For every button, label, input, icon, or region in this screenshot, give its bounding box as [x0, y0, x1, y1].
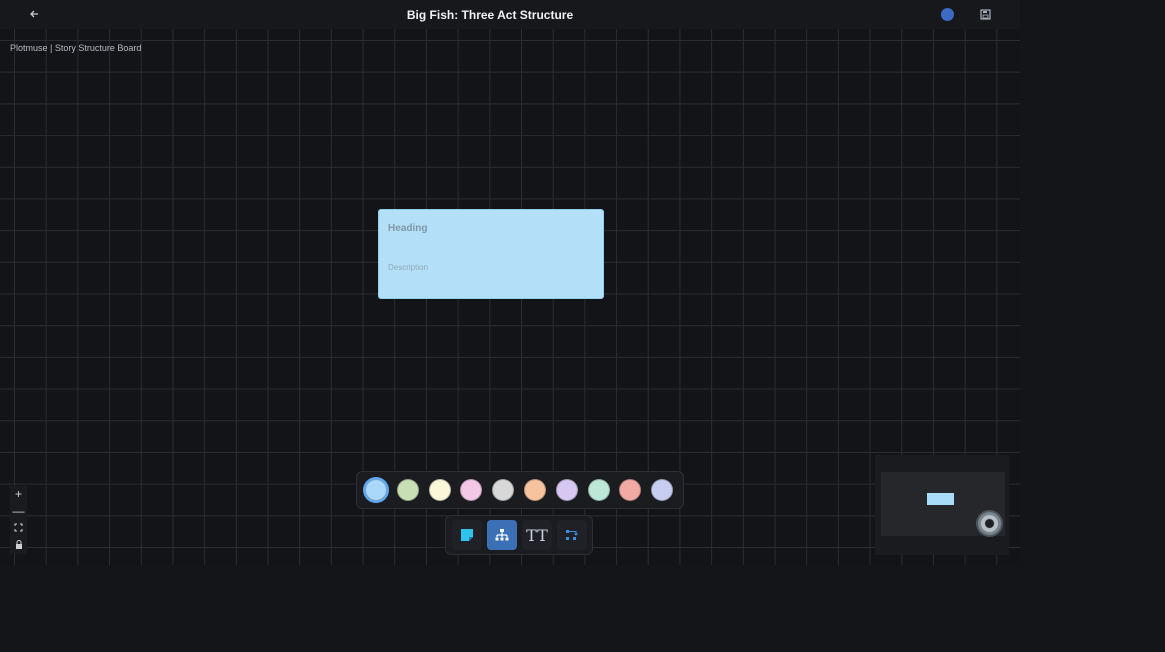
- minimap[interactable]: [875, 455, 1009, 555]
- color-palette: [356, 471, 684, 509]
- hierarchy-tool[interactable]: [487, 520, 517, 550]
- plus-icon: +: [14, 487, 22, 501]
- connector-tool[interactable]: [557, 520, 587, 550]
- minimap-node: [927, 493, 954, 505]
- text-tool[interactable]: TT: [522, 520, 552, 550]
- color-swatch-gray[interactable]: [492, 479, 515, 501]
- fit-view-icon: [14, 523, 23, 532]
- page-title: Big Fish: Three Act Structure: [406, 8, 574, 22]
- save-icon: [980, 9, 991, 20]
- sticky-note-icon: [461, 529, 473, 541]
- color-swatch-cream[interactable]: [428, 479, 451, 501]
- story-node-card[interactable]: Heading Description: [378, 209, 604, 299]
- node-heading[interactable]: Heading: [388, 223, 427, 234]
- color-swatch-green[interactable]: [396, 479, 419, 501]
- text-icon: TT: [526, 525, 548, 545]
- story-canvas[interactable]: Plotmuse | Story Structure Board Heading…: [0, 29, 1020, 565]
- minus-icon: —: [12, 504, 25, 518]
- node-description[interactable]: Description: [388, 263, 428, 272]
- tool-toolbar: TT: [445, 515, 593, 555]
- color-swatch-peach[interactable]: [524, 479, 546, 501]
- color-swatch-lavender[interactable]: [555, 479, 578, 501]
- zoom-out-button[interactable]: —: [10, 503, 27, 520]
- top-bar: Big Fish: Three Act Structure: [0, 0, 1020, 29]
- board-label: Plotmuse | Story Structure Board: [10, 43, 142, 53]
- color-swatch-periwinkle[interactable]: [651, 479, 674, 501]
- color-swatch-blue[interactable]: [365, 479, 387, 501]
- save-button[interactable]: [979, 8, 992, 21]
- color-swatch-salmon[interactable]: [619, 479, 642, 501]
- lock-button[interactable]: [10, 537, 27, 554]
- fit-view-button[interactable]: [10, 520, 27, 537]
- color-swatch-pink[interactable]: [460, 479, 483, 501]
- connector-icon: [566, 530, 578, 540]
- sticky-note-tool[interactable]: [452, 520, 482, 550]
- zoom-controls: + —: [10, 486, 27, 554]
- hierarchy-icon: [495, 529, 509, 541]
- lock-icon: [15, 540, 22, 549]
- color-swatch-mint[interactable]: [587, 479, 610, 501]
- zoom-in-button[interactable]: +: [10, 486, 27, 503]
- status-indicator[interactable]: [941, 8, 954, 21]
- minimap-drag-handle[interactable]: [976, 510, 1003, 537]
